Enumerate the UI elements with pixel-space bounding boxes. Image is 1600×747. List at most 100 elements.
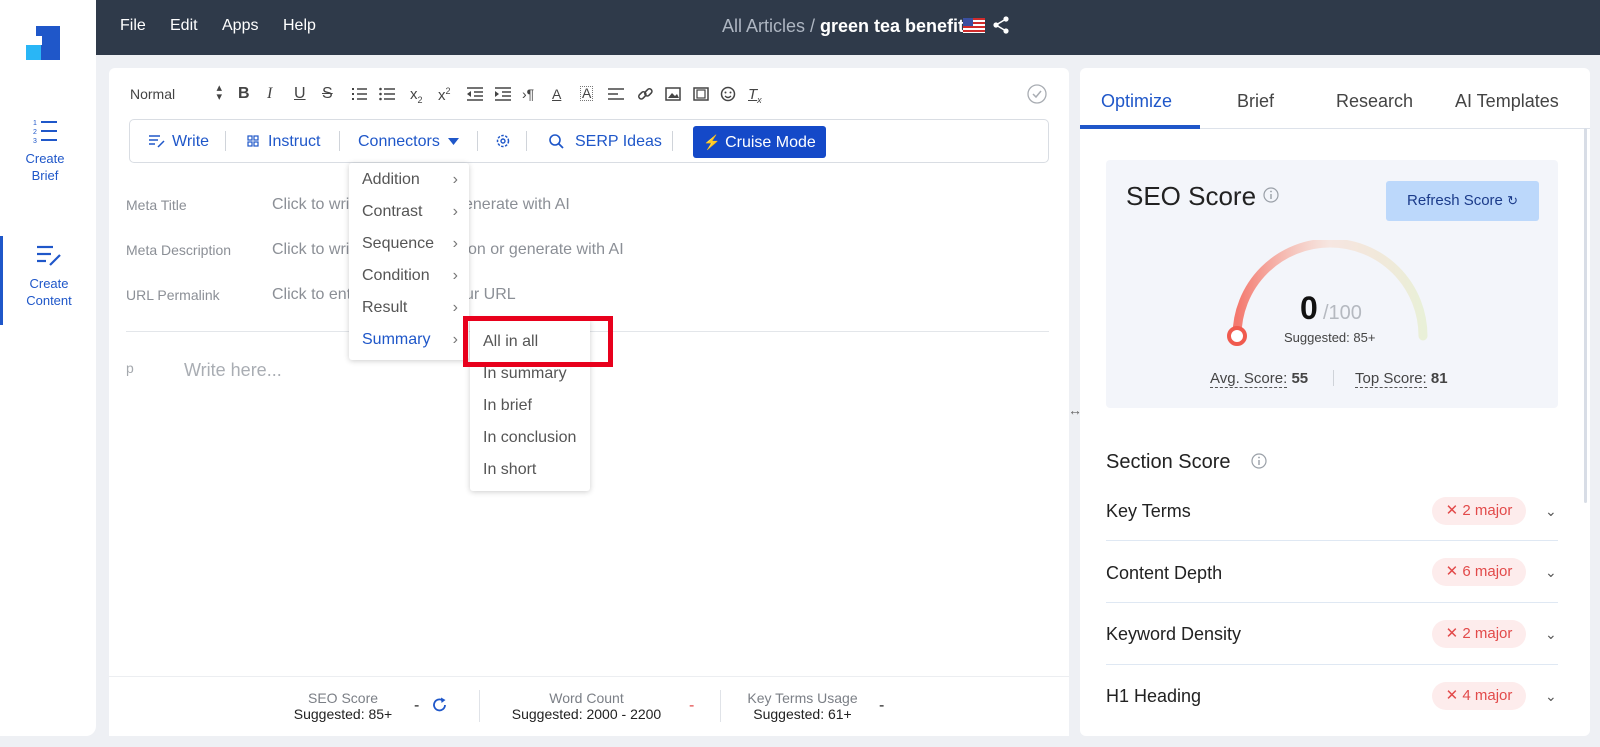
breadcrumb-separator: / [809, 16, 815, 36]
info-icon[interactable] [1251, 453, 1267, 469]
section-row-h1-heading[interactable]: H1 Heading [1106, 686, 1201, 707]
cruise-mode-button[interactable]: ⚡ Cruise Mode [693, 126, 826, 158]
tab-ai-templates[interactable]: AI Templates [1455, 91, 1559, 112]
rail-create-content[interactable]: Create Content [1, 243, 97, 309]
meta-description-field-continued[interactable]: on or generate with AI [468, 241, 624, 259]
clear-format-icon[interactable]: Tx [748, 86, 762, 105]
connector-sequence[interactable]: Sequence › [362, 235, 458, 253]
share-icon[interactable] [993, 16, 1009, 34]
us-flag-icon[interactable] [963, 18, 985, 33]
connector-addition[interactable]: Addition › [362, 171, 458, 189]
chevron-right-icon: › [452, 235, 458, 252]
rail-label: Create [25, 151, 65, 166]
submenu-in-short[interactable]: In short [483, 461, 536, 479]
connector-summary[interactable]: Summary › [362, 331, 458, 349]
section-row-content-depth[interactable]: Content Depth [1106, 563, 1222, 584]
bold-icon[interactable]: B [238, 85, 250, 103]
underline-icon[interactable]: U [294, 85, 306, 103]
connector-contrast[interactable]: Contrast › [362, 203, 458, 221]
gear-icon[interactable] [495, 133, 511, 149]
style-select-value: Normal [130, 86, 176, 102]
section-row-key-terms[interactable]: Key Terms [1106, 501, 1191, 522]
font-color-icon[interactable]: A [552, 86, 561, 102]
info-icon[interactable] [1263, 187, 1279, 203]
rail-label: Create [29, 276, 69, 291]
subscript-icon[interactable]: x2 [410, 86, 423, 105]
menu-item-label: Contrast [362, 203, 423, 220]
tab-brief[interactable]: Brief [1237, 91, 1274, 112]
submenu-in-summary[interactable]: In summary [483, 365, 567, 383]
breadcrumb-parent[interactable]: All Articles [722, 16, 805, 36]
seo-score-value: - [414, 697, 420, 714]
breadcrumb-current: green tea benefits [820, 16, 975, 36]
key-terms-value: - [879, 697, 885, 714]
indent-icon[interactable] [495, 87, 511, 101]
outdent-icon[interactable] [467, 87, 483, 101]
video-icon[interactable] [693, 87, 709, 101]
app-logo[interactable] [26, 26, 60, 60]
connectors-button[interactable]: Connectors [358, 133, 440, 151]
status-divider [479, 690, 480, 722]
highlight-box [463, 316, 613, 367]
refresh-score-label: Refresh Score [1407, 192, 1503, 209]
submenu-in-brief[interactable]: In brief [483, 397, 532, 415]
rail-create-brief[interactable]: 1 2 3 Create Brief [0, 118, 93, 184]
cruise-mode-label: Cruise Mode [725, 134, 816, 151]
instruct-button[interactable]: Instruct [268, 133, 320, 151]
link-icon[interactable] [637, 86, 653, 102]
meta-description-field[interactable]: Click to wri [272, 241, 349, 259]
bullet-list-icon[interactable] [379, 87, 395, 101]
scrollbar[interactable] [1584, 128, 1587, 503]
seo-score-title: SEO Score [1126, 181, 1257, 211]
meta-title-field-continued[interactable]: enerate with AI [464, 196, 570, 214]
status-label: SEO Score [307, 690, 379, 706]
top-score: Top Score: 81 [1355, 370, 1448, 388]
refresh-score-button[interactable]: Refresh Score ↻ [1386, 181, 1539, 221]
select-arrows-icon: ▴ ▾ [216, 82, 222, 103]
lightning-icon: ⚡ [703, 134, 721, 150]
chevron-down-icon[interactable]: ⌄ [1545, 626, 1557, 643]
superscript-icon[interactable]: x2 [438, 86, 451, 104]
menu-item-label: Sequence [362, 235, 435, 252]
connector-result[interactable]: Result › [362, 299, 458, 317]
chevron-down-icon[interactable]: ⌄ [1545, 564, 1557, 581]
menu-item-label: Addition [362, 171, 420, 188]
section-row-keyword-density[interactable]: Keyword Density [1106, 624, 1241, 645]
url-permalink-field-continued[interactable]: ur URL [465, 286, 516, 304]
row-divider [1106, 540, 1558, 541]
image-icon[interactable] [665, 87, 681, 101]
emoji-icon[interactable] [720, 86, 736, 102]
url-permalink-field[interactable]: Click to ent [272, 286, 351, 304]
refresh-icon: ↻ [1507, 193, 1518, 208]
chevron-right-icon: › [452, 267, 458, 284]
status-badge: ✕ 4 major [1432, 682, 1526, 710]
tab-active-indicator [1080, 125, 1200, 129]
chevron-down-icon[interactable]: ⌄ [1545, 503, 1557, 520]
style-select[interactable]: Normal ▴ ▾ [130, 82, 222, 103]
meta-title-field[interactable]: Click to wri [272, 196, 349, 214]
submenu-in-conclusion[interactable]: In conclusion [483, 429, 576, 447]
status-seo-score: SEO Score Suggested: 85+ [288, 690, 398, 722]
refresh-icon[interactable] [432, 697, 448, 713]
align-icon[interactable] [608, 87, 624, 101]
toolbar-divider [225, 131, 226, 151]
top-score-label: Top Score: [1355, 370, 1427, 388]
badge-label: 2 major [1462, 502, 1513, 519]
status-word-count: Word Count Suggested: 2000 - 2200 [504, 690, 669, 722]
background-color-icon[interactable]: A [580, 86, 594, 101]
write-button[interactable]: Write [172, 133, 209, 151]
strike-icon[interactable]: S [322, 85, 333, 103]
italic-icon[interactable]: I [267, 85, 272, 103]
chevron-down-icon[interactable]: ⌄ [1545, 688, 1557, 705]
tab-research[interactable]: Research [1336, 91, 1413, 112]
connector-condition[interactable]: Condition › [362, 267, 458, 285]
menu-item-label: Summary [362, 331, 431, 348]
serp-ideas-button[interactable]: SERP Ideas [575, 133, 662, 151]
ordered-list-icon[interactable] [351, 87, 367, 101]
tab-optimize[interactable]: Optimize [1101, 91, 1172, 112]
rtl-paragraph-icon[interactable]: ›¶ [522, 86, 534, 102]
breadcrumb: All Articles / green tea benefits [96, 16, 1600, 37]
avg-score: Avg. Score: 55 [1210, 370, 1308, 388]
check-circle-icon[interactable] [1027, 84, 1047, 104]
editor-body[interactable]: Write here... [184, 360, 282, 381]
